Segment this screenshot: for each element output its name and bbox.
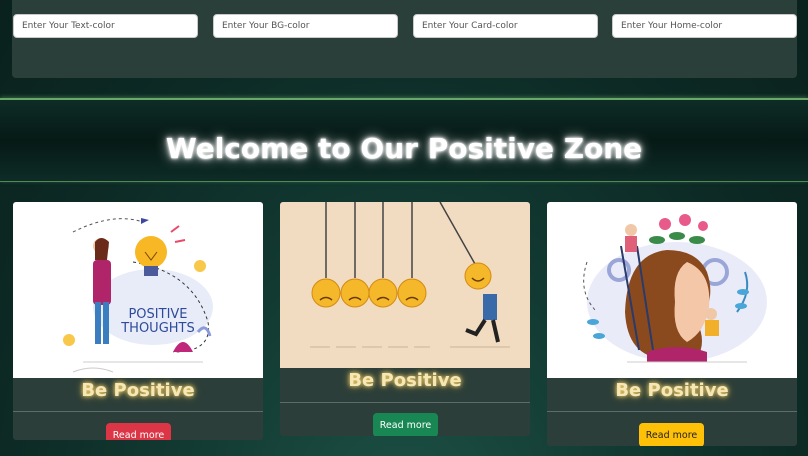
card-divider	[13, 411, 263, 412]
text-color-input[interactable]	[13, 14, 198, 38]
bg-color-input[interactable]	[213, 14, 398, 38]
home-color-input[interactable]	[612, 14, 797, 38]
card-divider	[280, 402, 530, 403]
illustration-text-positive: POSITIVE	[128, 307, 187, 322]
read-more-button[interactable]: Read more	[639, 423, 704, 446]
card-2: Be Positive Read more	[280, 202, 530, 436]
hero-banner: Welcome to Our Positive Zone	[0, 98, 808, 182]
illustration-text-thoughts: THOUGHTS	[120, 321, 195, 336]
positive-thoughts-illustration: POSITIVE THOUGHTS	[13, 202, 263, 378]
hero-title: Welcome to Our Positive Zone	[165, 132, 643, 165]
color-settings-bar	[12, 0, 797, 78]
card-1: POSITIVE THOUGHTS Be Positive Read more	[13, 202, 263, 440]
card-color-input[interactable]	[413, 14, 598, 38]
read-more-button[interactable]: Read more	[373, 413, 438, 436]
card-title: Be Positive	[81, 380, 195, 401]
mind-garden-illustration	[547, 202, 797, 378]
card-title: Be Positive	[348, 370, 462, 391]
card-3: Be Positive Read more	[547, 202, 797, 446]
newtons-cradle-emoji-illustration	[280, 202, 530, 368]
card-title: Be Positive	[615, 380, 729, 401]
card-divider	[547, 411, 797, 412]
read-more-button[interactable]: Read more	[106, 423, 171, 440]
